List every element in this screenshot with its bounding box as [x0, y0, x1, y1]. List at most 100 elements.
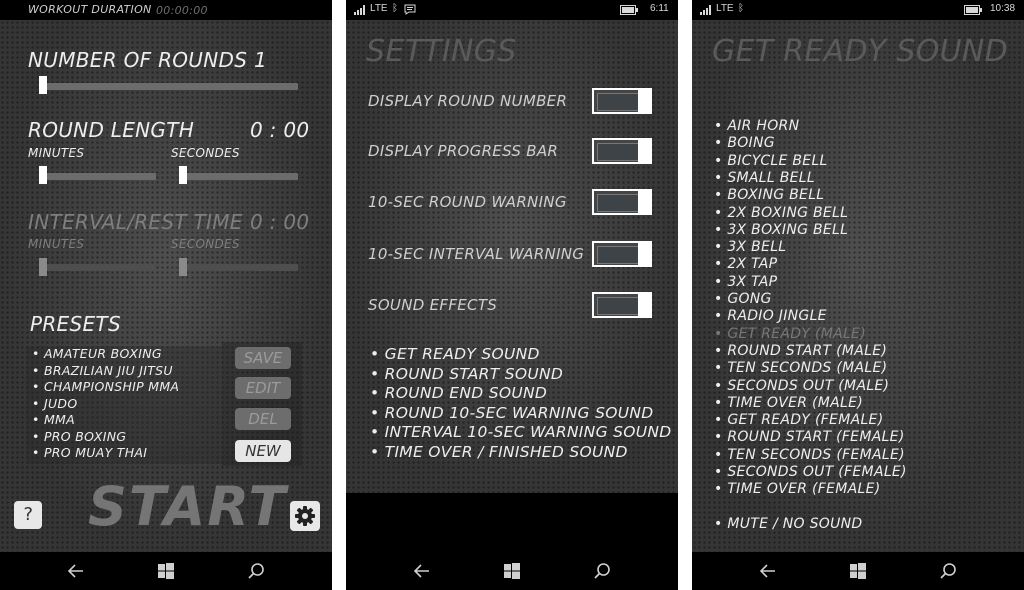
sound-option[interactable]: • AIR HORN	[714, 118, 799, 134]
sound-option[interactable]: • 3X BOXING BELL	[714, 222, 848, 238]
main-timer-screen: WORKOUT DURATION 00:00:00 NUMBER OF ROUN…	[0, 0, 332, 590]
workout-duration-value: 00:00:00	[156, 4, 208, 17]
windows-logo-icon[interactable]	[502, 561, 522, 581]
sound-option[interactable]: • BOXING BELL	[714, 187, 824, 203]
page-title: GET READY SOUND	[712, 34, 1009, 69]
sound-option[interactable]: • BICYCLE BELL	[714, 153, 828, 169]
search-icon[interactable]	[938, 561, 958, 581]
round-minutes-label: MINUTES	[28, 146, 85, 160]
help-button[interactable]: ?	[14, 501, 42, 529]
preset-item[interactable]: • CHAMPIONSHIP MMA	[32, 379, 179, 394]
preset-item[interactable]: • PRO BOXING	[32, 429, 126, 444]
sound-option[interactable]: • GET READY (FEMALE)	[714, 412, 883, 428]
sound-option[interactable]: • ROUND START (MALE)	[714, 343, 887, 359]
sound-setting-item[interactable]: • ROUND START SOUND	[370, 365, 563, 383]
toggle-label: DISPLAY PROGRESS BAR	[368, 142, 559, 160]
round-minutes-thumb[interactable]	[39, 166, 47, 184]
interval-minutes-thumb[interactable]	[39, 258, 47, 276]
sound-option[interactable]: • 2X BOXING BELL	[714, 205, 848, 221]
preset-label: BRAZILIAN JIU JITSU	[43, 362, 173, 378]
round-seconds-slider[interactable]	[180, 173, 298, 180]
save-button[interactable]: SAVE	[235, 347, 291, 369]
round-warning-toggle[interactable]	[592, 189, 652, 215]
sound-option[interactable]: • SECONDS OUT (MALE)	[714, 378, 889, 394]
sound-option[interactable]: • RADIO JINGLE	[714, 308, 827, 324]
sound-option-label: ROUND START (MALE)	[727, 342, 888, 359]
sound-option-label: RADIO JINGLE	[727, 308, 827, 325]
sound-option[interactable]: • 2X TAP	[714, 256, 777, 272]
preset-item[interactable]: • JUDO	[32, 396, 77, 411]
sound-option-label: TIME OVER (MALE)	[727, 394, 864, 411]
sound-picker-screen: LTE ᛒ 10:38 GET READY SOUND • AIR HORN • …	[692, 0, 1024, 590]
sound-option[interactable]: • TEN SECONDS (FEMALE)	[714, 447, 905, 463]
sound-option[interactable]: • GET READY (MALE)	[714, 326, 866, 342]
sound-setting-item[interactable]: • GET READY SOUND	[370, 345, 540, 363]
sound-option-label: ROUND START (FEMALE)	[727, 429, 905, 446]
sound-setting-item[interactable]: • ROUND 10-SEC WARNING SOUND	[370, 404, 653, 422]
display-progress-bar-toggle[interactable]	[592, 138, 652, 164]
new-button[interactable]: NEW	[235, 440, 291, 462]
interval-warning-toggle[interactable]	[592, 241, 652, 267]
interval-label: INTERVAL/REST TIME	[28, 210, 243, 234]
search-icon[interactable]	[246, 561, 266, 581]
back-arrow-icon[interactable]	[758, 561, 778, 581]
preset-item[interactable]: • MMA	[32, 412, 75, 427]
delete-button[interactable]: DEL	[235, 408, 291, 430]
rounds-value: 1	[254, 48, 268, 72]
windows-logo-icon[interactable]	[156, 561, 176, 581]
sound-option[interactable]: • GONG	[714, 291, 772, 307]
sound-option-label: AIR HORN	[727, 118, 800, 134]
sound-option[interactable]: • 3X BELL	[714, 239, 786, 255]
sound-option[interactable]: • TIME OVER (FEMALE)	[714, 481, 881, 497]
toggle-label: 10-SEC ROUND WARNING	[368, 193, 567, 211]
battery-icon	[964, 5, 982, 15]
sound-setting-item[interactable]: • ROUND END SOUND	[370, 384, 547, 402]
back-arrow-icon[interactable]	[412, 561, 432, 581]
interval-seconds-thumb[interactable]	[179, 258, 187, 276]
settings-content: SETTINGS DISPLAY ROUND NUMBER DISPLAY PR…	[346, 20, 678, 493]
interval-minutes-slider[interactable]	[40, 264, 156, 271]
search-icon[interactable]	[592, 561, 612, 581]
mute-option-label: MUTE / NO SOUND	[727, 516, 863, 532]
round-seconds-thumb[interactable]	[179, 166, 187, 184]
sound-option-label: 3X BOXING BELL	[727, 221, 849, 238]
preset-label: JUDO	[43, 395, 78, 411]
sound-option[interactable]: • TIME OVER (MALE)	[714, 395, 863, 411]
message-icon	[404, 4, 416, 15]
sound-option-label: 3X TAP	[727, 273, 778, 290]
sound-option[interactable]: • ROUND START (FEMALE)	[714, 429, 905, 445]
preset-label: PRO MUAY THAI	[43, 445, 148, 460]
start-button[interactable]: START	[88, 475, 287, 538]
sound-option[interactable]: • SMALL BELL	[714, 170, 815, 186]
settings-button[interactable]	[290, 501, 320, 531]
interval-seconds-slider[interactable]	[180, 264, 298, 271]
rounds-slider-thumb[interactable]	[39, 76, 47, 94]
sound-list-content: GET READY SOUND • AIR HORN • BOING • BICYC…	[692, 20, 1024, 552]
windows-logo-icon[interactable]	[848, 561, 868, 581]
sound-setting-label: GET READY SOUND	[384, 345, 540, 363]
rounds-slider[interactable]	[40, 83, 298, 90]
sound-option-label: SECONDS OUT (MALE)	[727, 377, 890, 394]
bluetooth-icon: ᛒ	[738, 3, 744, 14]
edit-button[interactable]: EDIT	[235, 377, 291, 399]
sound-setting-item[interactable]: • INTERVAL 10-SEC WARNING SOUND	[370, 423, 672, 441]
preset-item[interactable]: • BRAZILIAN JIU JITSU	[32, 363, 173, 378]
preset-item[interactable]: • PRO MUAY THAI	[32, 445, 147, 460]
nav-bar	[0, 552, 332, 590]
signal-icon	[354, 5, 365, 15]
sound-option[interactable]: • TEN SECONDS (MALE)	[714, 360, 887, 376]
preset-item[interactable]: • AMATEUR BOXING	[32, 346, 162, 361]
sound-option[interactable]: • 3X TAP	[714, 274, 777, 290]
sound-option[interactable]: • SECONDS OUT (FEMALE)	[714, 464, 907, 480]
back-arrow-icon[interactable]	[66, 561, 86, 581]
gear-icon	[295, 506, 315, 526]
sound-option[interactable]: • BOING	[714, 135, 775, 151]
sound-option-label: GET READY (MALE)	[727, 325, 866, 342]
preset-label: AMATEUR BOXING	[43, 346, 162, 361]
sound-effects-toggle[interactable]	[592, 292, 652, 318]
nav-bar	[692, 552, 1024, 590]
mute-option[interactable]: • MUTE / NO SOUND	[714, 516, 863, 532]
round-minutes-slider[interactable]	[40, 173, 156, 180]
sound-setting-item[interactable]: • TIME OVER / FINISHED SOUND	[370, 443, 628, 461]
display-round-number-toggle[interactable]	[592, 88, 652, 114]
